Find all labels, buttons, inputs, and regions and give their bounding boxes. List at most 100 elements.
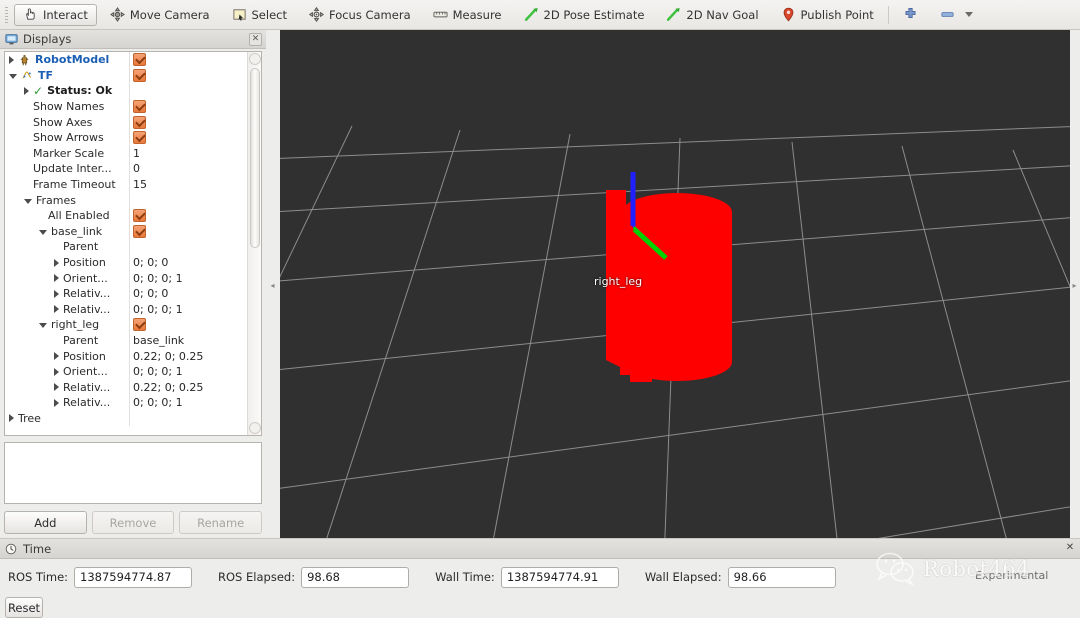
- tree-expand-arrow-icon[interactable]: [54, 274, 59, 283]
- time-field-input-ros-time[interactable]: 1387594774.87: [74, 566, 193, 588]
- tree-row[interactable]: Update Inter... 0: [5, 161, 247, 177]
- tree-expand-arrow-icon[interactable]: [54, 398, 59, 407]
- time-field-input-wall-elapsed[interactable]: 98.66: [727, 566, 836, 588]
- displays-panel-close-button[interactable]: ✕: [249, 33, 262, 46]
- time-field-input-wall-time[interactable]: 1387594774.91: [500, 566, 619, 588]
- tree-row[interactable]: Position 0; 0; 0: [5, 254, 247, 271]
- tree-row[interactable]: Relativ... 0.22; 0; 0.25: [5, 379, 247, 396]
- tree-row-value-cell[interactable]: [129, 114, 247, 130]
- tree-row-value-cell[interactable]: 0; 0; 0; 1: [129, 270, 247, 286]
- tree-row-value-cell[interactable]: 0; 0; 0; 1: [129, 363, 247, 380]
- tree-row-value-cell[interactable]: base_link: [129, 332, 247, 349]
- tree-row-value-cell[interactable]: [129, 52, 247, 68]
- tree-row[interactable]: Frame Timeout 15: [5, 176, 247, 193]
- minus-dash-button[interactable]: [931, 4, 982, 26]
- tree-row-value-cell[interactable]: [129, 83, 247, 99]
- tree-row[interactable]: Show Names: [5, 98, 247, 115]
- tree-row[interactable]: Frames: [5, 192, 247, 208]
- tree-row-value-cell[interactable]: [129, 129, 247, 146]
- tree-expand-arrow-icon[interactable]: [54, 258, 59, 267]
- displays-tree-scrollbar[interactable]: [247, 52, 261, 435]
- toolbar-button-2d-nav-goal[interactable]: 2D Nav Goal: [657, 4, 767, 26]
- tree-row[interactable]: Relativ... 0; 0; 0: [5, 285, 247, 302]
- tree-expand-arrow-icon[interactable]: [54, 305, 59, 314]
- tree-row[interactable]: Relativ... 0; 0; 0; 1: [5, 301, 247, 318]
- tree-row-value-cell[interactable]: 1: [129, 145, 247, 162]
- tree-row[interactable]: base_link: [5, 223, 247, 240]
- right-splitter-collapse-arrow[interactable]: ▸: [1070, 275, 1079, 295]
- tree-row[interactable]: Marker Scale 1: [5, 145, 247, 162]
- enabled-checkbox[interactable]: [133, 100, 146, 114]
- rename-display-button[interactable]: Rename: [179, 511, 263, 534]
- tree-expand-arrow-icon[interactable]: [9, 55, 14, 64]
- scrollbar-up-arrow[interactable]: [249, 53, 261, 65]
- tree-row-value-cell[interactable]: 0; 0; 0: [129, 254, 247, 271]
- displays-tree[interactable]: RobotModel TF ✓ Status: Ok Show Names Show Ax…: [5, 52, 247, 435]
- tree-collapse-arrow-icon[interactable]: [9, 73, 17, 79]
- tree-row-value-cell[interactable]: 0: [129, 161, 247, 177]
- add-display-button[interactable]: Add: [4, 511, 87, 534]
- tree-row[interactable]: Orient... 0; 0; 0; 1: [5, 270, 247, 286]
- tree-collapse-arrow-icon[interactable]: [24, 198, 32, 204]
- toolbar-button-focus-camera[interactable]: Focus Camera: [300, 4, 420, 26]
- time-field-input-ros-elapsed[interactable]: 98.68: [301, 566, 410, 588]
- tree-row-value-cell[interactable]: [129, 223, 247, 240]
- tree-collapse-arrow-icon[interactable]: [39, 323, 47, 329]
- enabled-checkbox[interactable]: [133, 115, 146, 129]
- toolbar-button-select[interactable]: Select: [223, 4, 296, 26]
- enabled-checkbox[interactable]: [133, 318, 146, 332]
- tree-row[interactable]: Parent: [5, 239, 247, 255]
- plus-cross-button[interactable]: [894, 4, 927, 26]
- tree-expand-arrow-icon[interactable]: [54, 383, 59, 392]
- tree-expand-arrow-icon[interactable]: [24, 86, 29, 95]
- tree-expand-arrow-icon[interactable]: [54, 352, 59, 361]
- tree-row-value-cell[interactable]: 0; 0; 0; 1: [129, 301, 247, 318]
- left-splitter-collapse-arrow[interactable]: ◂: [268, 275, 277, 295]
- toolbar-drag-handle[interactable]: [3, 4, 10, 25]
- toolbar-button-2d-pose-estimate[interactable]: 2D Pose Estimate: [515, 4, 654, 26]
- reset-button[interactable]: Reset: [5, 597, 43, 618]
- scrollbar-down-arrow[interactable]: [249, 422, 261, 434]
- tree-row[interactable]: Position 0.22; 0; 0.25: [5, 348, 247, 364]
- 3d-render-view[interactable]: right_leg: [280, 30, 1070, 538]
- chevron-down-icon[interactable]: [964, 12, 973, 17]
- tree-expand-arrow-icon[interactable]: [9, 414, 14, 423]
- tree-row[interactable]: RobotModel: [5, 52, 247, 68]
- tree-row-value-cell[interactable]: [129, 98, 247, 115]
- tree-row[interactable]: right_leg: [5, 317, 247, 333]
- enabled-checkbox[interactable]: [133, 209, 146, 223]
- tree-row-value-cell[interactable]: [129, 67, 247, 84]
- tree-row-value-cell[interactable]: 0.22; 0; 0.25: [129, 379, 247, 396]
- toolbar-button-move-camera[interactable]: Move Camera: [101, 4, 219, 26]
- tree-row-value-cell[interactable]: [129, 207, 247, 224]
- tree-collapse-arrow-icon[interactable]: [39, 229, 47, 235]
- tree-expand-arrow-icon[interactable]: [54, 289, 59, 298]
- enabled-checkbox[interactable]: [133, 224, 146, 238]
- tree-row[interactable]: Show Arrows: [5, 129, 247, 146]
- enabled-checkbox[interactable]: [133, 53, 146, 67]
- tree-row[interactable]: All Enabled: [5, 207, 247, 224]
- tree-row-value-cell[interactable]: 15: [129, 176, 247, 193]
- tree-row-value-cell[interactable]: 0; 0; 0; 1: [129, 395, 247, 411]
- tree-row-value-cell[interactable]: 0; 0; 0: [129, 285, 247, 302]
- toolbar-button-interact[interactable]: Interact: [14, 3, 97, 26]
- enabled-checkbox[interactable]: [133, 131, 146, 145]
- tree-row[interactable]: TF: [5, 67, 247, 84]
- toolbar-button-measure[interactable]: Measure: [424, 4, 511, 26]
- tree-row[interactable]: Show Axes: [5, 114, 247, 130]
- toolbar-button-publish-point[interactable]: Publish Point: [772, 4, 883, 26]
- tree-row[interactable]: Relativ... 0; 0; 0; 1: [5, 395, 247, 411]
- tree-row[interactable]: ✓ Status: Ok: [5, 83, 247, 99]
- tree-row[interactable]: Tree: [5, 410, 247, 427]
- remove-display-button[interactable]: Remove: [91, 511, 175, 534]
- tree-row-value-cell[interactable]: [129, 410, 247, 427]
- enabled-checkbox[interactable]: [133, 68, 146, 82]
- tree-row-value-cell[interactable]: [129, 239, 247, 255]
- tree-expand-arrow-icon[interactable]: [54, 367, 59, 376]
- time-panel-close-button[interactable]: ✕: [1064, 542, 1076, 554]
- scrollbar-thumb[interactable]: [250, 68, 260, 248]
- tree-row[interactable]: Parent base_link: [5, 332, 247, 349]
- tree-row-value-cell[interactable]: [129, 317, 247, 333]
- tree-row-value-cell[interactable]: 0.22; 0; 0.25: [129, 348, 247, 364]
- tree-row-value-cell[interactable]: [129, 192, 247, 208]
